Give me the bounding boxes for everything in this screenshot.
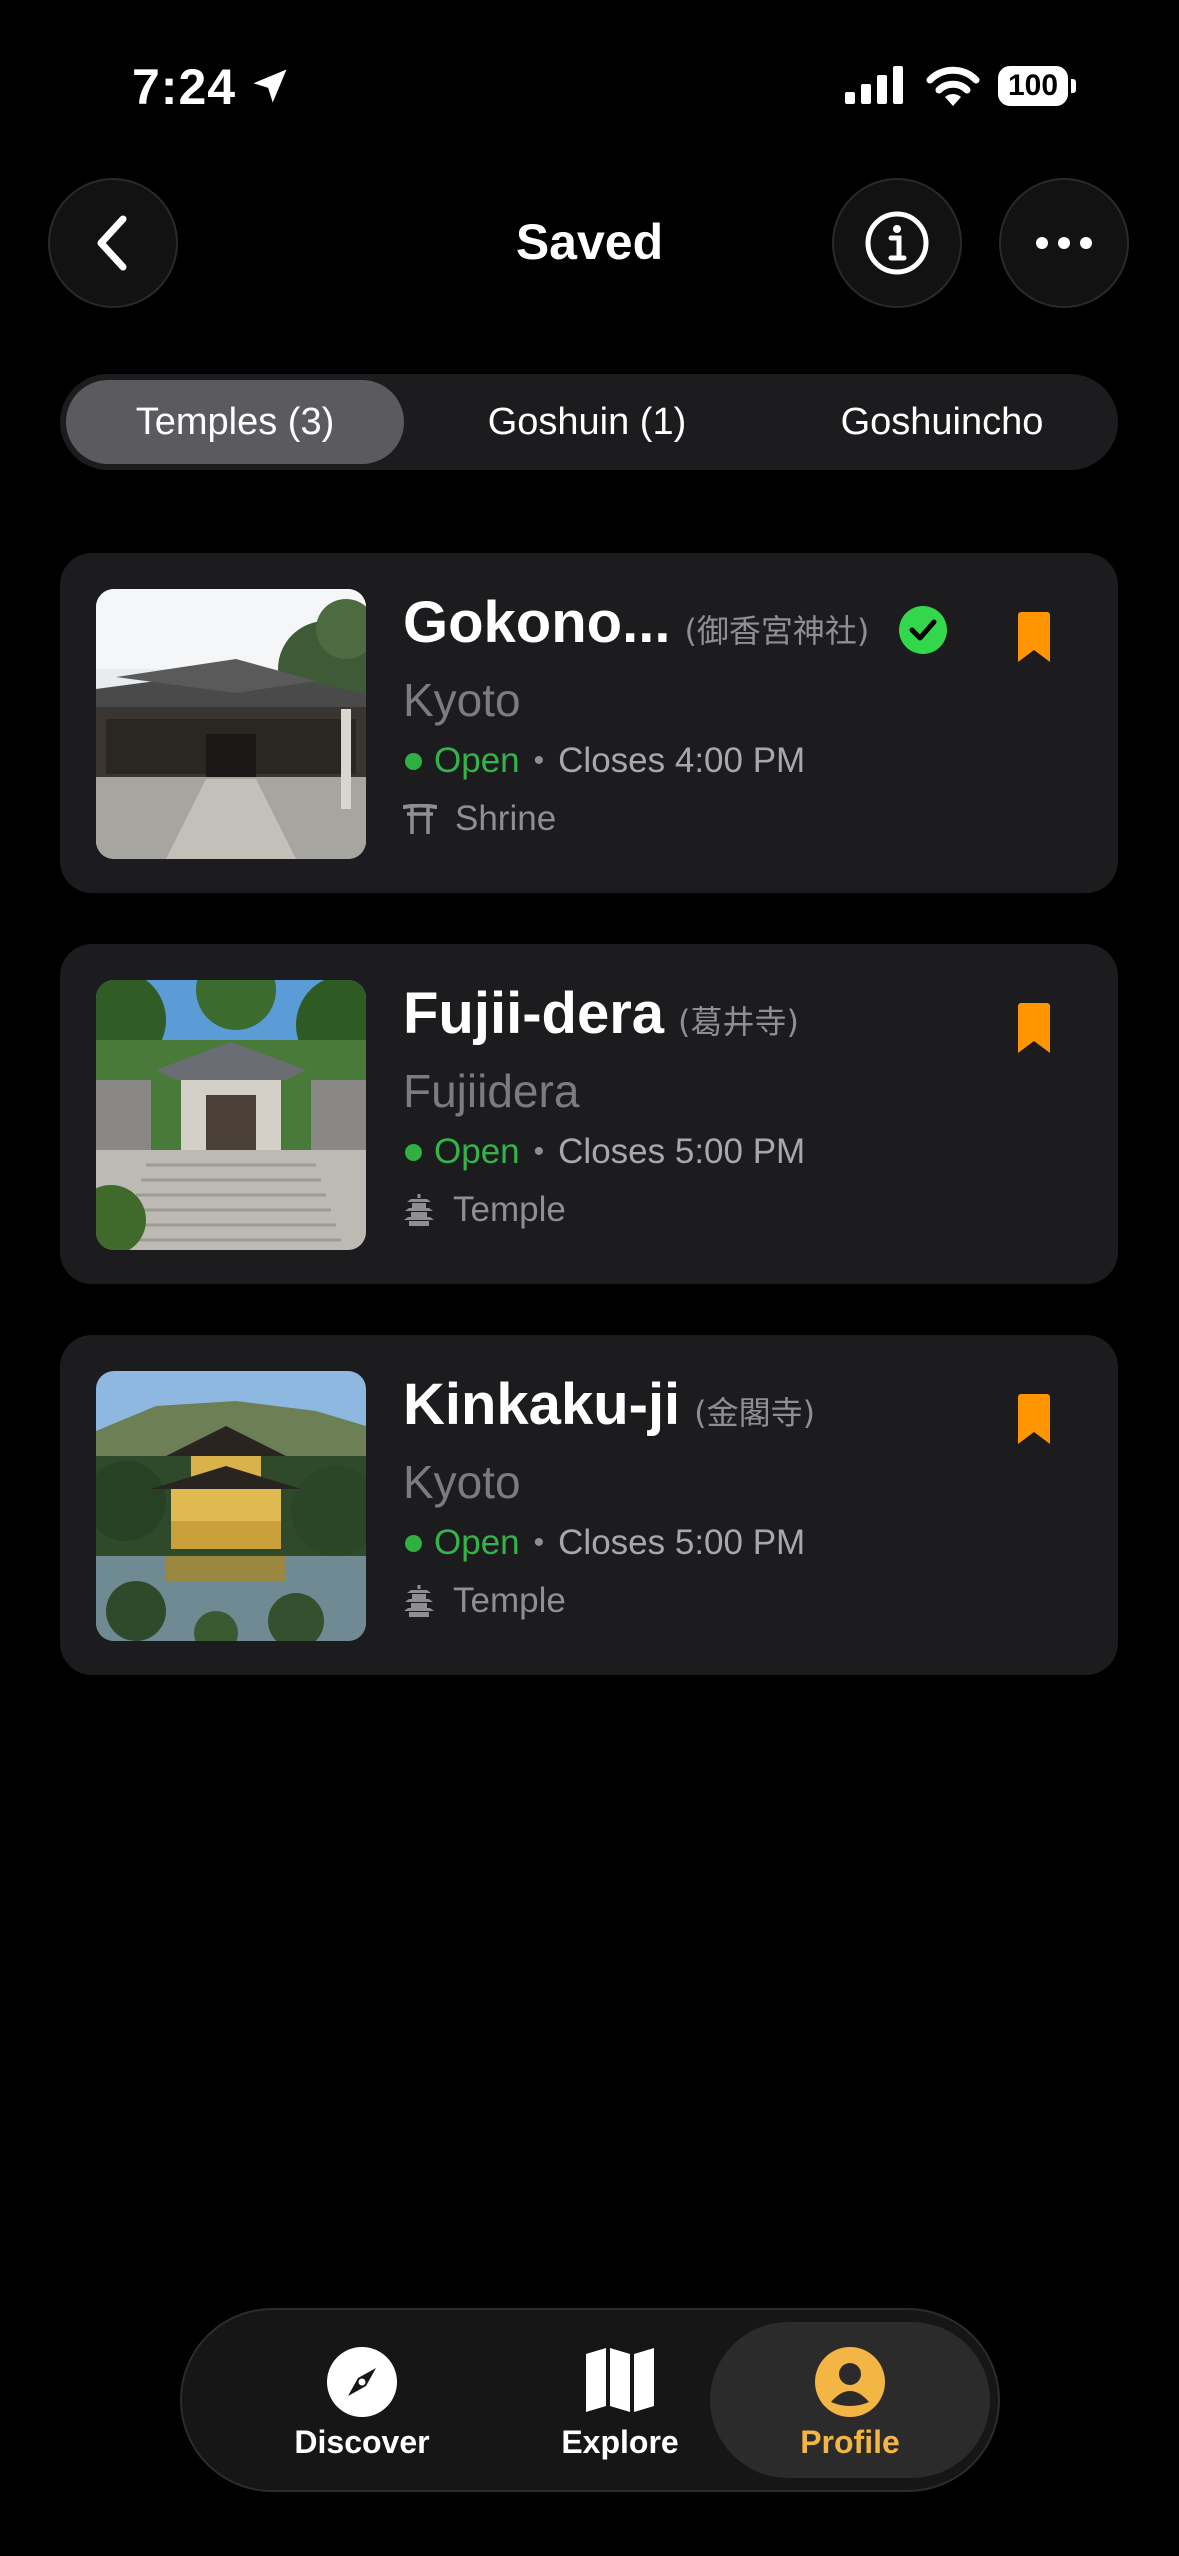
open-status-dot — [405, 1534, 422, 1552]
place-card[interactable]: Gokono... (御香宮神社) Kyoto Open • Closes 4:… — [60, 553, 1118, 893]
place-photo — [96, 980, 366, 1250]
battery-level: 100 — [1007, 69, 1059, 102]
open-status-dot — [405, 1143, 422, 1161]
person-icon — [815, 2347, 885, 2417]
place-type: Shrine — [455, 799, 557, 838]
separator-dot: • — [533, 1135, 545, 1168]
wifi-icon — [926, 66, 980, 106]
closing-time: Closes 5:00 PM — [558, 1523, 806, 1562]
place-photo — [96, 589, 366, 859]
place-name: Fujii-dera — [403, 981, 665, 1046]
saved-category-tabs: Temples (3) Goshuin (1) Goshuincho — [60, 374, 1118, 470]
visited-check-icon — [899, 606, 947, 654]
status-time: 7:24 — [132, 59, 237, 115]
location-arrow-icon — [253, 69, 287, 103]
place-japanese-name: (金閣寺) — [694, 1394, 816, 1432]
ellipsis-icon — [1036, 237, 1092, 249]
map-icon — [586, 2348, 654, 2412]
place-city: Kyoto — [403, 1456, 521, 1508]
bookmark-icon[interactable] — [1018, 1394, 1050, 1444]
tab-label: Discover — [294, 2424, 430, 2460]
open-status: Open — [434, 1132, 520, 1171]
tab-goshuincho[interactable]: Goshuincho — [772, 380, 1112, 464]
place-japanese-name: (御香宮神社) — [684, 612, 870, 650]
battery-indicator: 100 — [998, 66, 1078, 106]
place-name: Kinkaku-ji — [403, 1372, 681, 1437]
place-city: Fujiidera — [403, 1065, 580, 1117]
compass-icon — [327, 2347, 397, 2417]
pagoda-icon — [404, 1194, 434, 1226]
open-status-dot — [405, 752, 422, 770]
closing-time: Closes 5:00 PM — [558, 1132, 806, 1171]
tab-goshuin[interactable]: Goshuin (1) — [412, 380, 762, 464]
closing-time: Closes 4:00 PM — [558, 741, 806, 780]
info-button[interactable] — [832, 178, 962, 308]
more-button[interactable] — [999, 178, 1129, 308]
bookmark-icon[interactable] — [1018, 1003, 1050, 1053]
separator-dot: • — [533, 744, 545, 777]
separator-dot: • — [533, 1526, 545, 1559]
place-type: Temple — [453, 1190, 566, 1229]
torii-icon — [403, 804, 437, 834]
place-type: Temple — [453, 1581, 566, 1620]
cellular-signal-icon — [845, 66, 903, 104]
pagoda-icon — [404, 1585, 434, 1617]
place-photo — [96, 1371, 366, 1641]
tab-discover[interactable]: Discover — [222, 2322, 502, 2478]
info-icon — [865, 211, 929, 275]
place-card[interactable]: Fujii-dera (葛井寺) Fujiidera Open • Closes… — [60, 944, 1118, 1284]
bookmark-icon[interactable] — [1018, 612, 1050, 662]
tab-profile[interactable]: Profile — [710, 2322, 990, 2478]
place-card[interactable]: Kinkaku-ji (金閣寺) Kyoto Open • Closes 5:0… — [60, 1335, 1118, 1675]
tab-label: Profile — [800, 2424, 900, 2460]
place-japanese-name: (葛井寺) — [678, 1003, 800, 1041]
place-city: Kyoto — [403, 674, 521, 726]
place-name: Gokono... — [403, 590, 671, 655]
open-status: Open — [434, 1523, 520, 1562]
bottom-tab-bar: Discover Explore Profile — [180, 2308, 1000, 2492]
open-status: Open — [434, 741, 520, 780]
tab-temples[interactable]: Temples (3) — [66, 380, 404, 464]
